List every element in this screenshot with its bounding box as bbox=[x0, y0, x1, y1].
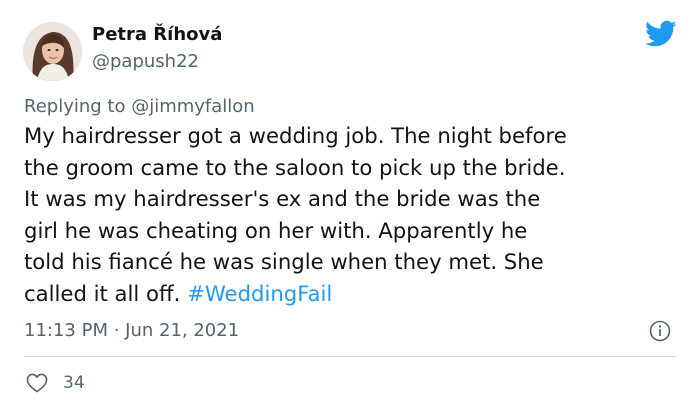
tweet-card: Petra Říhová @papush22 Replying to @jimm… bbox=[0, 0, 700, 411]
twitter-bird-icon[interactable] bbox=[645, 20, 677, 48]
meta-separator: · bbox=[107, 320, 126, 341]
author-name[interactable]: Petra Říhová bbox=[92, 24, 222, 45]
tweet-text-line: girl he was cheating on her with. Appare… bbox=[24, 217, 528, 243]
replying-to-handle[interactable]: @jimmyfallon bbox=[131, 96, 255, 117]
info-icon[interactable] bbox=[649, 320, 671, 342]
tweet-text-line: called it all off. bbox=[24, 280, 188, 306]
tweet-text-last-line: called it all off. #WeddingFail bbox=[24, 278, 689, 310]
avatar[interactable] bbox=[23, 22, 82, 81]
tweet-timestamp[interactable]: 11:13 PM · Jun 21, 2021 bbox=[24, 320, 239, 341]
hashtag-link[interactable]: #WeddingFail bbox=[187, 281, 332, 306]
heart-icon[interactable] bbox=[26, 373, 48, 393]
tweet-date: Jun 21, 2021 bbox=[125, 320, 240, 341]
tweet-text-line: told his fiancé he was single when they … bbox=[24, 249, 544, 274]
tweet-text-line: It was my hairdresser's ex and the bride… bbox=[24, 186, 541, 211]
tweet-time: 11:13 PM bbox=[24, 320, 108, 341]
divider bbox=[24, 356, 676, 357]
tweet-text-line: the groom came to the saloon to pick up … bbox=[24, 154, 566, 180]
tweet-text-line: My hairdresser got a wedding job. The ni… bbox=[24, 123, 567, 148]
replying-to: Replying to @jimmyfallon bbox=[24, 96, 255, 117]
replying-to-label: Replying to bbox=[24, 96, 132, 117]
author-handle[interactable]: @papush22 bbox=[92, 51, 199, 72]
like-count: 34 bbox=[63, 373, 85, 393]
tweet-text: My hairdresser got a wedding job. The ni… bbox=[24, 120, 689, 309]
